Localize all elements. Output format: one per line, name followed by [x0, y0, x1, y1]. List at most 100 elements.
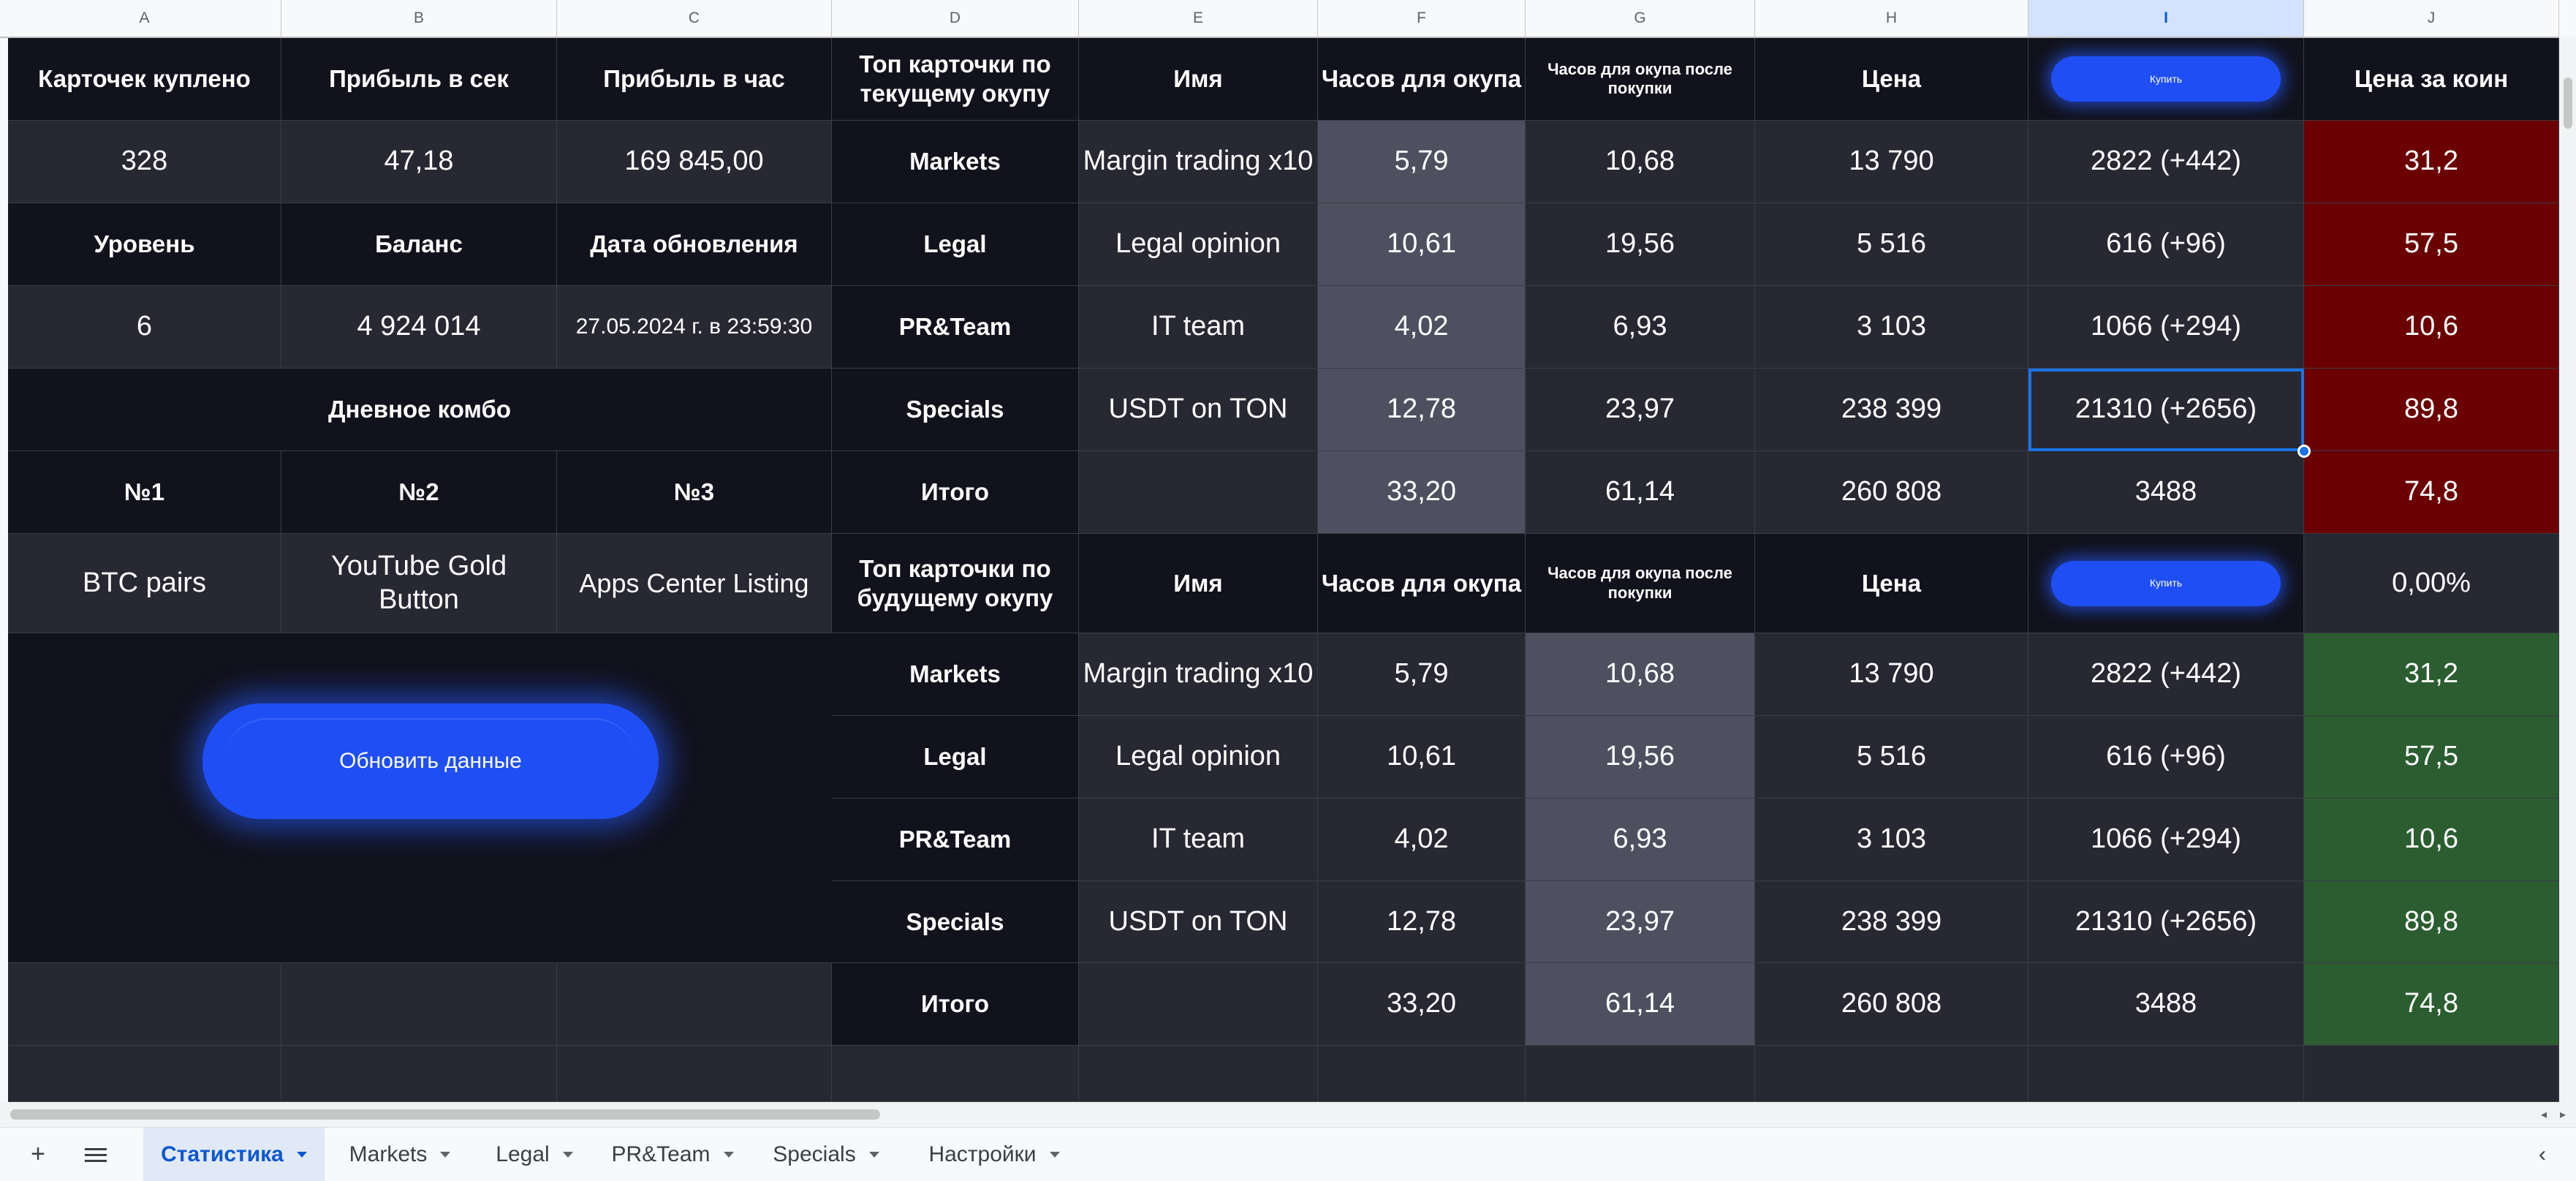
combo-header-2[interactable]: №2: [281, 451, 557, 534]
future-row-name[interactable]: Legal opinion: [1079, 716, 1318, 799]
current-row-price[interactable]: 13 790: [1755, 121, 2028, 203]
future-total-buy[interactable]: 3488: [2028, 963, 2304, 1046]
column-header-a[interactable]: A: [8, 0, 281, 37]
vertical-scrollbar[interactable]: [2559, 37, 2576, 1102]
current-total-buy[interactable]: 3488: [2028, 451, 2304, 534]
current-row-hours[interactable]: 4,02: [1318, 286, 1526, 369]
current-row-hours[interactable]: 10,61: [1318, 203, 1526, 286]
current-total-price[interactable]: 260 808: [1755, 451, 2028, 534]
scroll-left-arrow-icon[interactable]: ◂: [2541, 1107, 2547, 1122]
empty-cell[interactable]: [832, 1046, 1079, 1102]
future-total-hours[interactable]: 33,20: [1318, 963, 1526, 1046]
current-row-name[interactable]: USDT on TON: [1079, 369, 1318, 451]
future-row-hours[interactable]: 12,78: [1318, 881, 1526, 963]
profit-hour-label[interactable]: Прибыль в час: [557, 38, 832, 121]
horizontal-scrollbar[interactable]: ◂ ▸: [0, 1102, 2576, 1127]
current-total-hours-after[interactable]: 61,14: [1526, 451, 1755, 534]
current-row-coin-price[interactable]: 57,5: [2304, 203, 2559, 286]
combo-value-1[interactable]: BTC pairs: [8, 534, 281, 633]
current-row-name[interactable]: Margin trading x10: [1079, 121, 1318, 203]
coin-price-header[interactable]: Цена за коин: [2304, 38, 2559, 121]
future-row-hours-after[interactable]: 23,97: [1526, 881, 1755, 963]
current-row-coin-price[interactable]: 89,8: [2304, 369, 2559, 451]
future-percent-cell[interactable]: 0,00%: [2304, 534, 2559, 633]
future-row-hours-after[interactable]: 6,93: [1526, 799, 1755, 881]
current-row-hours-after[interactable]: 10,68: [1526, 121, 1755, 203]
future-top-header[interactable]: Топ карточки по будущему окупу: [832, 534, 1079, 633]
tab-pr-team[interactable]: PR&Team: [601, 1128, 744, 1181]
future-hours-header[interactable]: Часов для окупа: [1318, 534, 1526, 633]
tab-nastroyki[interactable]: Настройки: [914, 1128, 1075, 1181]
future-row-coin-price[interactable]: 10,6: [2304, 799, 2559, 881]
column-header-g[interactable]: G: [1526, 0, 1755, 37]
current-top-header[interactable]: Топ карточки по текущему окупу: [832, 38, 1079, 121]
future-row-coin-price[interactable]: 57,5: [2304, 716, 2559, 799]
future-hours-after-header[interactable]: Часов для окупа после покупки: [1526, 534, 1755, 633]
scroll-right-arrow-icon[interactable]: ▸: [2560, 1107, 2566, 1122]
future-buy-button[interactable]: Купить: [2051, 560, 2281, 606]
empty-cell[interactable]: [8, 963, 281, 1046]
future-row-name[interactable]: USDT on TON: [1079, 881, 1318, 963]
future-total-hours-after[interactable]: 61,14: [1526, 963, 1755, 1046]
future-row-hours-after[interactable]: 10,68: [1526, 633, 1755, 716]
empty-cell[interactable]: [557, 963, 832, 1046]
current-row-buy[interactable]: 1066 (+294): [2028, 286, 2304, 369]
updated-value[interactable]: 27.05.2024 г. в 23:59:30: [557, 286, 832, 369]
current-row-hours[interactable]: 5,79: [1318, 121, 1526, 203]
level-value[interactable]: 6: [8, 286, 281, 369]
column-header-j[interactable]: J: [2304, 0, 2559, 37]
chevron-left-icon[interactable]: ‹: [2526, 1128, 2558, 1181]
profit-sec-value[interactable]: 47,18: [281, 121, 557, 203]
current-row-category[interactable]: Markets: [832, 121, 1079, 203]
vertical-scroll-thumb[interactable]: [2564, 78, 2572, 129]
current-buy-button[interactable]: Купить: [2051, 56, 2281, 102]
empty-cell[interactable]: [281, 963, 557, 1046]
future-row-category[interactable]: Markets: [832, 633, 1079, 716]
empty-cell[interactable]: [557, 1046, 832, 1102]
future-row-coin-price[interactable]: 31,2: [2304, 633, 2559, 716]
future-total-name[interactable]: [1079, 963, 1318, 1046]
current-row-coin-price[interactable]: 10,6: [2304, 286, 2559, 369]
empty-cell[interactable]: [281, 1046, 557, 1102]
column-header-e[interactable]: E: [1079, 0, 1318, 37]
tab-legal[interactable]: Legal: [480, 1128, 589, 1181]
current-row-buy-selected[interactable]: 21310 (+2656): [2028, 369, 2304, 451]
current-row-buy[interactable]: 616 (+96): [2028, 203, 2304, 286]
future-name-header[interactable]: Имя: [1079, 534, 1318, 633]
balance-value[interactable]: 4 924 014: [281, 286, 557, 369]
current-total-coin-price[interactable]: 74,8: [2304, 451, 2559, 534]
empty-cell[interactable]: [1318, 1046, 1526, 1102]
future-row-hours-after[interactable]: 19,56: [1526, 716, 1755, 799]
column-header-i[interactable]: I: [2028, 0, 2304, 37]
current-row-category[interactable]: PR&Team: [832, 286, 1079, 369]
chevron-down-icon[interactable]: [440, 1151, 451, 1158]
current-row-price[interactable]: 3 103: [1755, 286, 2028, 369]
chevron-down-icon[interactable]: [868, 1151, 879, 1158]
current-row-hours-after[interactable]: 23,97: [1526, 369, 1755, 451]
combo-header-1[interactable]: №1: [8, 451, 281, 534]
current-row-price[interactable]: 238 399: [1755, 369, 2028, 451]
future-row-category[interactable]: Legal: [832, 716, 1079, 799]
current-hours-after-header[interactable]: Часов для окупа после покупки: [1526, 38, 1755, 121]
empty-cell[interactable]: [2028, 1046, 2304, 1102]
empty-cell[interactable]: [1079, 1046, 1318, 1102]
empty-cell[interactable]: [1526, 1046, 1755, 1102]
column-header-h[interactable]: H: [1755, 0, 2028, 37]
current-total-hours[interactable]: 33,20: [1318, 451, 1526, 534]
daily-combo-title[interactable]: Дневное комбо: [8, 369, 832, 451]
future-row-price[interactable]: 238 399: [1755, 881, 2028, 963]
current-row-category[interactable]: Specials: [832, 369, 1079, 451]
combo-value-3[interactable]: Apps Center Listing: [557, 534, 832, 633]
future-row-buy[interactable]: 21310 (+2656): [2028, 881, 2304, 963]
current-row-hours-after[interactable]: 6,93: [1526, 286, 1755, 369]
current-price-header[interactable]: Цена: [1755, 38, 2028, 121]
column-header-d[interactable]: D: [832, 0, 1079, 37]
horizontal-scroll-thumb[interactable]: [10, 1109, 880, 1120]
chevron-down-icon[interactable]: [562, 1151, 573, 1158]
current-row-buy[interactable]: 2822 (+442): [2028, 121, 2304, 203]
current-row-coin-price[interactable]: 31,2: [2304, 121, 2559, 203]
future-row-category[interactable]: PR&Team: [832, 799, 1079, 881]
refresh-data-button[interactable]: Обновить данные: [202, 703, 659, 819]
future-row-buy[interactable]: 2822 (+442): [2028, 633, 2304, 716]
current-name-header[interactable]: Имя: [1079, 38, 1318, 121]
